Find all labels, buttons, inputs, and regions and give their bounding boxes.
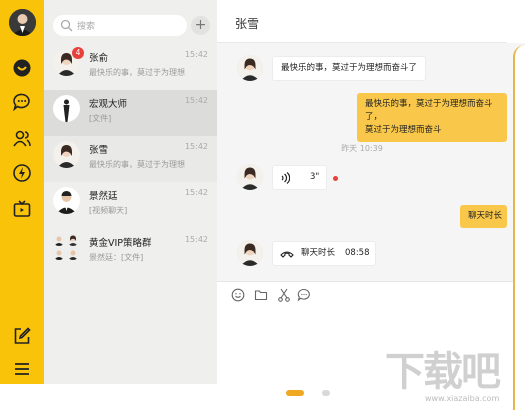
comment-icon[interactable] — [297, 288, 311, 302]
folder-icon[interactable] — [254, 288, 268, 302]
avatar — [237, 164, 263, 190]
avatar — [53, 141, 80, 168]
voice-message[interactable]: 3" — [272, 165, 327, 190]
contact-preview: [视频聊天] — [89, 206, 128, 215]
message-bubble-out: 聊天时长 — [460, 205, 507, 228]
contact-time: 15:42 — [184, 96, 208, 105]
contacts-icon[interactable] — [10, 126, 34, 150]
sidebar — [0, 0, 44, 384]
watermark-url: www.xiazaiba.com — [425, 394, 500, 403]
watermark-text: 下载吧 — [385, 349, 501, 395]
search-input[interactable]: 搜索 — [53, 15, 187, 36]
call-duration: 08:58 — [345, 248, 370, 258]
message-line: 莫过于为理想而奋斗 — [365, 125, 442, 135]
avatar — [237, 240, 263, 266]
messages-icon[interactable] — [10, 90, 34, 114]
avatar — [237, 55, 263, 81]
call-label: 聊天时长 — [301, 248, 336, 258]
avatar — [53, 187, 80, 214]
chat-title: 张雪 — [235, 17, 260, 31]
contact-preview: 景然廷：[文件] — [89, 253, 144, 262]
search-placeholder: 搜索 — [77, 22, 96, 32]
contact-preview: 最快乐的事，莫过于为理想 — [89, 68, 185, 77]
message-area[interactable]: 最快乐的事，莫过于为理想而奋斗了 最快乐的事，莫过于为理想而奋斗了， 莫过于为理… — [217, 43, 525, 281]
group-avatar — [53, 234, 80, 261]
chat-app: 搜索 + 4 张俞 15:42 最快乐的事，莫过于为理想 宏观大师 15:42 … — [0, 0, 525, 410]
avatar — [53, 95, 80, 122]
add-button[interactable]: + — [191, 16, 210, 35]
contact-name: 张俞 — [89, 53, 109, 64]
menu-icon[interactable] — [10, 357, 34, 381]
watermark: 下载吧 www.xiazaiba.com — [385, 350, 517, 405]
contact-time: 15:42 — [184, 235, 208, 244]
unplayed-dot — [333, 176, 338, 181]
page-dot-active[interactable] — [286, 390, 304, 396]
contact-time: 15:42 — [184, 50, 208, 59]
search-icon — [60, 19, 73, 32]
contact-time: 15:42 — [184, 142, 208, 151]
unread-badge: 4 — [72, 47, 84, 59]
lightning-icon[interactable] — [10, 161, 34, 185]
contact-time: 15:42 — [184, 188, 208, 197]
contact-item-group[interactable]: 黄金VIP策略群 15:42 景然廷：[文件] — [44, 229, 217, 275]
edit-icon[interactable] — [10, 324, 34, 348]
voice-duration: 3" — [310, 172, 320, 182]
message-line: 最快乐的事，莫过于为理想而奋斗了， — [365, 99, 493, 122]
message-bubble-in: 最快乐的事，莫过于为理想而奋斗了 — [272, 56, 427, 81]
scissors-icon[interactable] — [277, 288, 291, 302]
contact-item[interactable]: 4 张俞 15:42 最快乐的事，莫过于为理想 — [44, 44, 217, 90]
chat-icon[interactable] — [10, 56, 34, 80]
contact-item-selected[interactable]: 张雪 15:42 最快乐的事，莫过于为理想 — [44, 136, 217, 182]
user-avatar[interactable] — [9, 9, 36, 36]
timestamp: 昨天 10:39 — [341, 144, 383, 153]
contact-name: 黄金VIP策略群 — [89, 238, 152, 249]
tv-icon[interactable] — [10, 197, 34, 221]
contact-item[interactable]: 景然廷 15:42 [视频聊天] — [44, 182, 217, 229]
contact-name: 宏观大师 — [89, 99, 128, 110]
contact-list: 搜索 + 4 张俞 15:42 最快乐的事，莫过于为理想 宏观大师 15:42 … — [44, 0, 217, 384]
contact-name: 张雪 — [89, 145, 109, 156]
voice-wave-icon — [281, 172, 290, 184]
phone-hangup-icon — [280, 251, 294, 258]
contact-preview: [文件] — [89, 114, 112, 123]
emoji-icon[interactable] — [231, 288, 245, 302]
contact-preview: 最快乐的事，莫过于为理想 — [89, 160, 185, 169]
contact-name: 景然廷 — [89, 191, 118, 202]
message-bubble-out: 最快乐的事，莫过于为理想而奋斗了， 莫过于为理想而奋斗 — [357, 93, 507, 142]
chat-panel: 张雪 最快乐的事，莫过于为理想而奋斗了 最快乐的事，莫过于为理想而奋斗了， 莫过… — [217, 0, 525, 384]
call-record[interactable]: 聊天时长 08:58 — [272, 241, 376, 266]
contact-item[interactable]: 宏观大师 15:42 [文件] — [44, 90, 217, 136]
page-dot[interactable] — [322, 390, 330, 396]
